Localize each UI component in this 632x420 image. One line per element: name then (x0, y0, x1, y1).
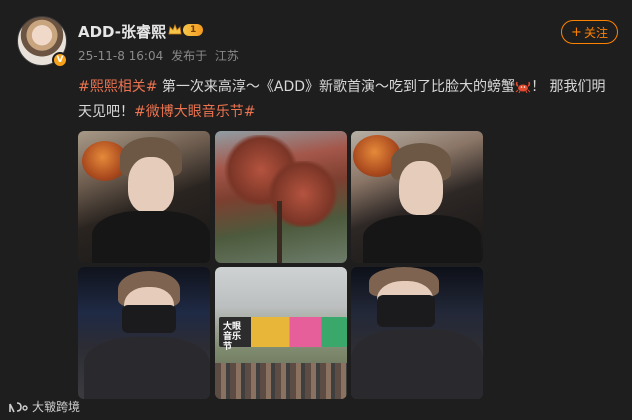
face-mask (377, 295, 435, 327)
location-prefix: 发布于 (171, 49, 208, 63)
jacket (84, 337, 210, 399)
hashtag-link[interactable]: #微博大眼音乐节# (134, 104, 255, 120)
post-photo[interactable] (78, 267, 210, 399)
location: 江苏 (214, 49, 239, 63)
follow-button[interactable]: + 关注 (561, 20, 618, 44)
follow-label: 关注 (583, 25, 608, 40)
banner-text: 大眼音乐节 (223, 322, 242, 352)
post-photo[interactable] (215, 131, 347, 263)
face (399, 161, 443, 215)
tree-trunk (277, 201, 282, 263)
post-photo[interactable] (351, 267, 483, 399)
watermark-text: 大皲跨境 (32, 400, 81, 414)
shirt (92, 211, 210, 263)
crown-icon (168, 23, 182, 35)
hashtag-link[interactable]: #熙熙相关# (78, 79, 157, 95)
author-name[interactable]: ADD-张睿熙 (78, 21, 166, 42)
crab-emoji-icon (515, 81, 531, 93)
member-badge[interactable]: 1 (168, 22, 208, 38)
face (128, 157, 174, 213)
timestamp[interactable]: 25-11-8 16:04 (78, 49, 163, 63)
face-mask (122, 305, 176, 333)
level-pill: 1 (183, 24, 204, 36)
post-meta: 25-11-8 16:04 发布于 江苏 (78, 47, 239, 64)
post-body: 第一次来高淳～《ADD》新歌首演～吃到了比脸大的螃蟹 (157, 79, 516, 95)
crowd (215, 363, 347, 399)
verified-badge-icon: V (52, 52, 68, 68)
post-photo[interactable]: 大眼音乐节 (215, 267, 347, 399)
watermark: 大皲跨境 (8, 398, 80, 415)
plus-icon: + (571, 24, 582, 40)
watermark-logo-icon (9, 401, 28, 412)
post-photo[interactable] (78, 131, 210, 263)
post-text: #熙熙相关# 第一次来高淳～《ADD》新歌首演～吃到了比脸大的螃蟹 ！ 那我们明… (78, 75, 618, 125)
shirt (363, 215, 481, 263)
post-photo[interactable] (351, 131, 483, 263)
jacket (351, 329, 483, 399)
